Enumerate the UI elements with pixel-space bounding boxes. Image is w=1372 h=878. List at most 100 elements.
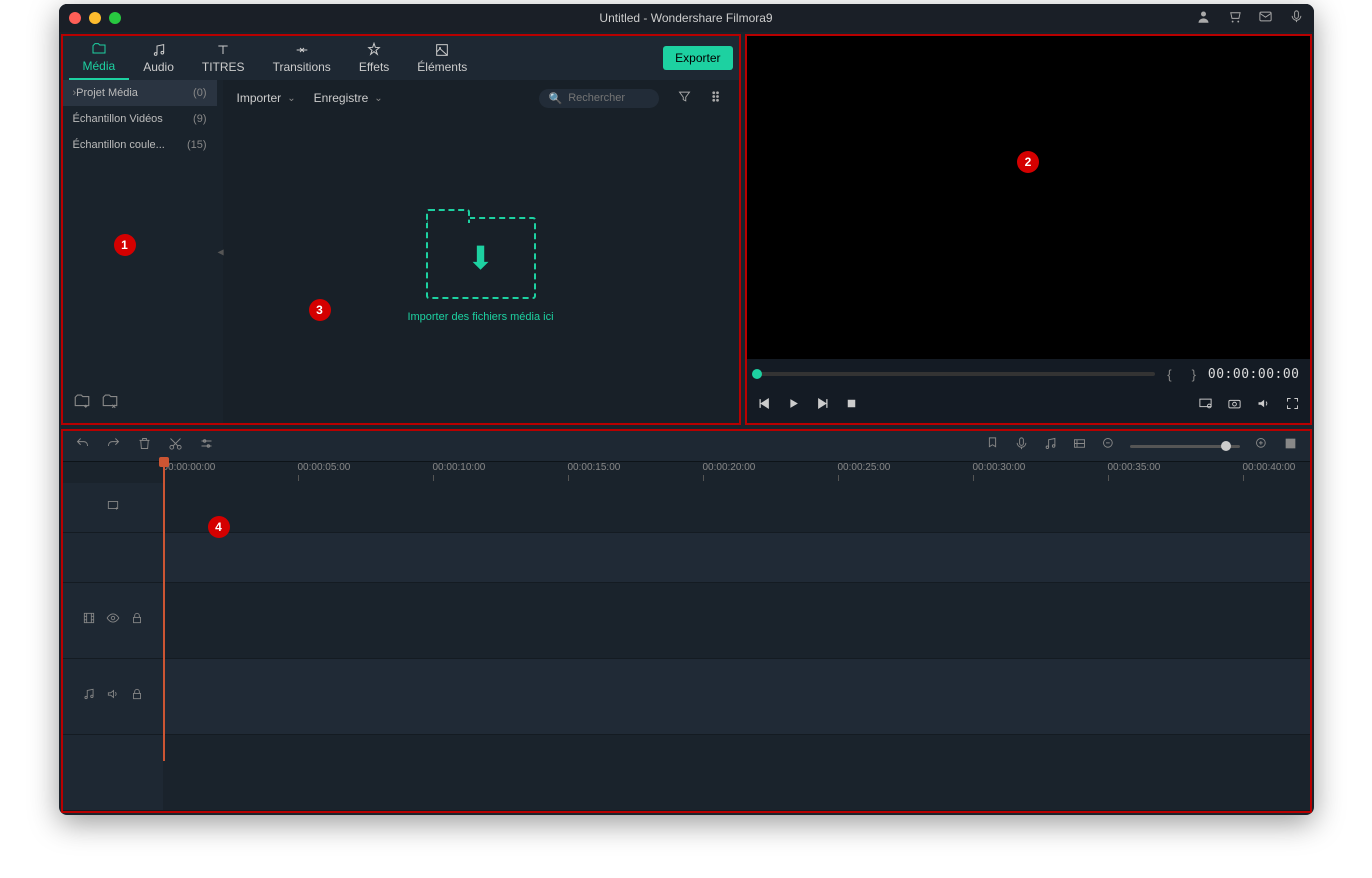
remove-folder-icon[interactable] xyxy=(101,392,119,415)
fullscreen-icon[interactable] xyxy=(1285,396,1300,416)
stop-icon[interactable] xyxy=(844,396,859,416)
lock-icon[interactable] xyxy=(130,611,144,630)
main-tabs: Média Audio TITRES Transitions Effets xyxy=(63,36,739,80)
timeline-view-icon[interactable] xyxy=(1283,436,1298,456)
dropzone-folder-icon: ⬇ xyxy=(426,217,536,299)
voiceover-icon[interactable] xyxy=(1014,436,1029,456)
step-forward-icon[interactable] xyxy=(815,396,830,416)
export-button[interactable]: Exporter xyxy=(663,46,732,70)
track-head[interactable] xyxy=(63,735,163,810)
tab-effects[interactable]: Effets xyxy=(345,36,403,80)
ruler-tick: 00:00:05:00 xyxy=(298,462,351,481)
render-icon[interactable] xyxy=(1072,436,1087,456)
media-dropzone[interactable]: ⬇ Importer des fichiers média ici xyxy=(223,116,739,423)
track-head[interactable] xyxy=(63,659,163,734)
sidebar-item-project-media[interactable]: ›Projet Média (0) xyxy=(63,80,217,106)
marker-icon[interactable] xyxy=(985,436,1000,456)
timeline-toolbar xyxy=(63,431,1310,461)
window-title: Untitled - Wondershare Filmora9 xyxy=(599,11,772,25)
ruler-tick: 00:00:10:00 xyxy=(433,462,486,481)
preview-scrubber[interactable] xyxy=(757,372,1156,376)
mark-in-icon[interactable]: { xyxy=(1159,367,1179,382)
redo-icon[interactable] xyxy=(106,436,121,456)
sidebar-item-count: (15) xyxy=(187,139,207,151)
play-icon[interactable] xyxy=(786,396,801,416)
sidebar-item-sample-colors[interactable]: Échantillon coule... (15) xyxy=(63,132,217,158)
track-row-video xyxy=(63,583,1310,659)
eye-icon[interactable] xyxy=(106,611,120,630)
undo-icon[interactable] xyxy=(75,436,90,456)
tab-transitions[interactable]: Transitions xyxy=(259,36,345,80)
tab-audio[interactable]: Audio xyxy=(129,36,188,80)
audio-mixer-icon[interactable] xyxy=(1043,436,1058,456)
scrubber-handle[interactable] xyxy=(752,369,762,379)
sidebar-item-count: (9) xyxy=(193,113,206,125)
traffic-lights xyxy=(69,12,121,24)
minimize-light[interactable] xyxy=(89,12,101,24)
mic-icon[interactable] xyxy=(1289,9,1304,27)
tab-titles[interactable]: TITRES xyxy=(188,36,259,80)
arrow-down-icon: ⬇ xyxy=(467,239,494,277)
add-track-icon[interactable] xyxy=(106,498,120,517)
preview-viewport[interactable] xyxy=(747,36,1310,359)
ruler-tick: 00:00:20:00 xyxy=(703,462,756,481)
track-body[interactable] xyxy=(163,483,1310,532)
tab-label: TITRES xyxy=(202,60,245,74)
filter-icon[interactable] xyxy=(677,89,692,107)
tab-elements[interactable]: Éléments xyxy=(403,36,481,80)
preview-panel: 2 { } 00:00:00:00 xyxy=(745,34,1312,425)
ruler-tick: 00:00:35:00 xyxy=(1108,462,1161,481)
volume-icon[interactable] xyxy=(1256,396,1271,416)
media-content: Importer ⌄ Enregistre ⌄ 🔍 xyxy=(223,80,739,423)
close-light[interactable] xyxy=(69,12,81,24)
cart-icon[interactable] xyxy=(1227,9,1242,27)
zoom-in-icon[interactable] xyxy=(1254,436,1269,456)
sidebar-item-sample-videos[interactable]: Échantillon Vidéos (9) xyxy=(63,106,217,132)
sidebar: ›Projet Média (0) Échantillon Vidéos (9)… xyxy=(63,80,217,423)
ruler-tick: 00:00:40:00 xyxy=(1243,462,1296,481)
ruler-tick: 00:00:30:00 xyxy=(973,462,1026,481)
track-row xyxy=(63,483,1310,533)
record-dropdown[interactable]: Enregistre ⌄ xyxy=(314,91,383,105)
record-label: Enregistre xyxy=(314,91,369,105)
lock-icon[interactable] xyxy=(130,687,144,706)
zoom-slider-handle[interactable] xyxy=(1221,441,1231,451)
display-settings-icon[interactable] xyxy=(1198,396,1213,416)
snapshot-icon[interactable] xyxy=(1227,396,1242,416)
track-body[interactable] xyxy=(163,533,1310,582)
track-body[interactable] xyxy=(163,735,1310,810)
import-label: Importer xyxy=(237,91,282,105)
zoom-light[interactable] xyxy=(109,12,121,24)
track-head[interactable] xyxy=(63,533,163,582)
playhead[interactable] xyxy=(163,461,165,761)
mark-out-icon[interactable]: } xyxy=(1184,367,1204,382)
film-icon xyxy=(82,611,96,630)
annotation-badge-2: 2 xyxy=(1017,151,1039,173)
track-head[interactable] xyxy=(63,583,163,658)
cut-icon[interactable] xyxy=(168,436,183,456)
zoom-out-icon[interactable] xyxy=(1101,436,1116,456)
step-back-icon[interactable] xyxy=(757,396,772,416)
import-dropdown[interactable]: Importer ⌄ xyxy=(237,91,296,105)
message-icon[interactable] xyxy=(1258,9,1273,27)
delete-icon[interactable] xyxy=(137,436,152,456)
speaker-icon[interactable] xyxy=(106,687,120,706)
search-field[interactable] xyxy=(568,92,648,104)
timeline-ruler[interactable]: 00:00:00:0000:00:05:0000:00:10:0000:00:1… xyxy=(63,461,1310,483)
track-head[interactable] xyxy=(63,483,163,532)
ruler-tick: 00:00:15:00 xyxy=(568,462,621,481)
tab-media[interactable]: Média xyxy=(69,36,130,80)
annotation-badge-4: 4 xyxy=(208,516,230,538)
chevron-down-icon: ⌄ xyxy=(287,93,295,104)
view-icon[interactable] xyxy=(710,89,725,107)
zoom-slider[interactable] xyxy=(1130,445,1240,448)
search-icon: 🔍 xyxy=(549,92,563,105)
track-body[interactable] xyxy=(163,659,1310,734)
search-input[interactable]: 🔍 xyxy=(539,89,659,108)
user-icon[interactable] xyxy=(1196,9,1211,27)
track-row xyxy=(63,735,1310,811)
tab-label: Audio xyxy=(143,60,174,74)
track-body[interactable] xyxy=(163,583,1310,658)
add-folder-icon[interactable] xyxy=(73,392,91,415)
adjust-icon[interactable] xyxy=(199,436,214,456)
